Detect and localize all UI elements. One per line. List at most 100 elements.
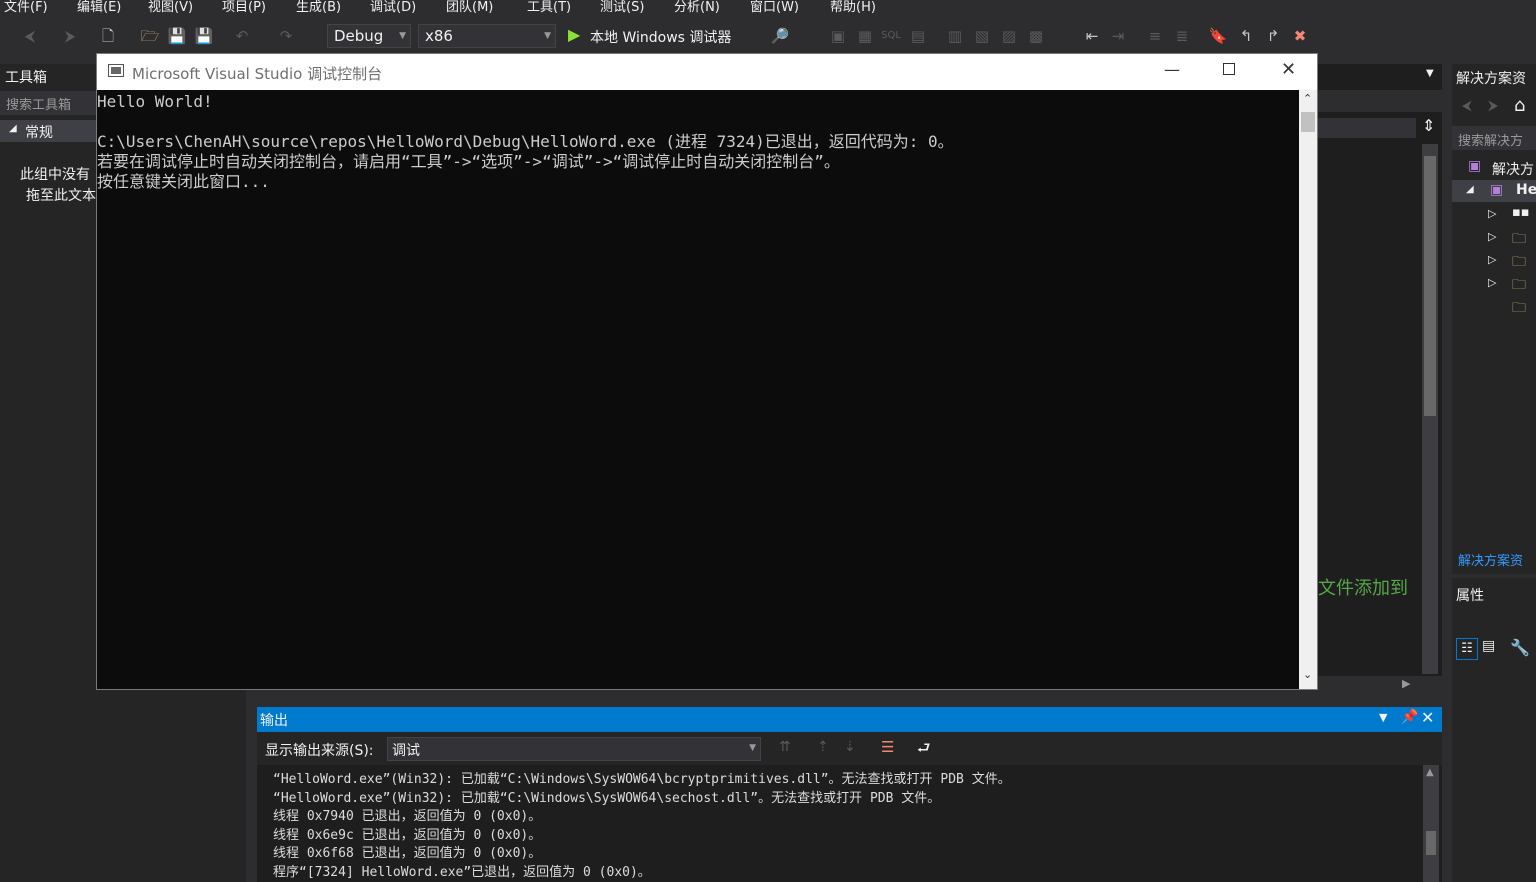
- menu-tools[interactable]: 工具(T): [527, 0, 571, 16]
- console-scrollbar[interactable]: ⌃ ⌄: [1299, 90, 1317, 689]
- scroll-up-icon[interactable]: ⌃: [1303, 92, 1312, 105]
- toolbox-panel: 工具箱 搜索工具箱 ◢ 常规 此组中没有 拖至此文本: [0, 64, 96, 882]
- editor-nav-bar: [1318, 90, 1442, 112]
- comment-icon[interactable]: ⇤: [1082, 26, 1102, 46]
- dropdown-arrow-icon[interactable]: ▼: [1379, 711, 1387, 724]
- collapsed-triangle-icon[interactable]: ▷: [1488, 253, 1496, 266]
- forward-icon[interactable]: ⮞: [60, 26, 80, 46]
- expand-triangle-icon: ◢: [9, 123, 17, 134]
- back-icon[interactable]: ⮜: [20, 26, 40, 46]
- output-line: 线程 0x6f68 已退出，返回值为 0 (0x0)。: [273, 846, 542, 861]
- output-line: 线程 0x6e9c 已退出，返回值为 0 (0x0)。: [273, 828, 542, 843]
- output-scroll-thumb[interactable]: [1426, 831, 1436, 855]
- open-folder-icon[interactable]: 🗁: [140, 26, 160, 46]
- toolbar-icon-a[interactable]: ▣: [828, 26, 848, 46]
- console-scroll-thumb[interactable]: [1301, 112, 1315, 132]
- folder-icon: 🗀: [1512, 300, 1526, 316]
- console-title-bar[interactable]: Microsoft Visual Studio 调试控制台 — ✕: [97, 54, 1317, 90]
- menu-build[interactable]: 生成(B): [296, 0, 341, 16]
- close-icon[interactable]: ✕: [1421, 708, 1434, 727]
- clear-all-icon[interactable]: ☰: [881, 738, 894, 756]
- menu-analyze[interactable]: 分析(N): [674, 0, 720, 16]
- editor-scroll-thumb[interactable]: [1424, 156, 1436, 416]
- prev-message-icon[interactable]: ⇡: [817, 739, 829, 755]
- toolbox-group-general[interactable]: ◢ 常规: [0, 120, 96, 142]
- output-scrollbar[interactable]: ▲: [1423, 765, 1439, 882]
- solution-search-input[interactable]: 搜索解决方: [1452, 126, 1536, 150]
- editor-combo[interactable]: [1318, 118, 1416, 138]
- redo-icon[interactable]: ↷: [276, 26, 296, 46]
- collapsed-triangle-icon[interactable]: ▷: [1488, 230, 1496, 243]
- find-message-icon[interactable]: ⇈: [779, 739, 791, 755]
- toolbar-icon-b[interactable]: ▦: [855, 26, 875, 46]
- menu-test[interactable]: 测试(S): [600, 0, 644, 16]
- bookmark-icon[interactable]: 🔖: [1208, 26, 1228, 46]
- menu-debug[interactable]: 调试(D): [370, 0, 416, 16]
- next-bookmark-icon[interactable]: ↱: [1263, 26, 1283, 46]
- split-icon[interactable]: ⇕: [1422, 116, 1435, 135]
- menu-help[interactable]: 帮助(H): [830, 0, 876, 16]
- scroll-up-icon[interactable]: ▲: [1426, 767, 1434, 778]
- property-pages-icon[interactable]: ▤: [1482, 638, 1495, 654]
- word-wrap-icon[interactable]: ⮐: [917, 738, 931, 763]
- chevron-down-icon: ▼: [399, 31, 406, 41]
- solution-explorer-tab[interactable]: 解决方案资: [1458, 550, 1523, 569]
- pin-icon[interactable]: 📌: [1401, 709, 1418, 725]
- toolbar-icon-g[interactable]: ▩: [1026, 26, 1046, 46]
- wrench-icon[interactable]: 🔧: [1510, 638, 1530, 657]
- toolbar-icon-f[interactable]: ▨: [999, 26, 1019, 46]
- toolbar-icon-e[interactable]: ▧: [972, 26, 992, 46]
- menu-team[interactable]: 团队(M): [446, 0, 493, 16]
- platform-select[interactable]: x86 ▼: [418, 24, 556, 48]
- save-icon[interactable]: 💾: [167, 26, 187, 46]
- clear-bookmarks-icon[interactable]: ✖: [1290, 26, 1310, 46]
- output-line: 程序“[7324] HelloWord.exe”已退出，返回值为 0 (0x0)…: [273, 865, 651, 880]
- next-message-icon[interactable]: ⇣: [844, 739, 856, 755]
- chevron-down-icon: ▼: [544, 31, 551, 41]
- new-project-icon[interactable]: 🗋: [98, 26, 118, 46]
- back-icon[interactable]: ⮜: [1462, 98, 1472, 114]
- categorized-icon[interactable]: ☷: [1456, 638, 1478, 660]
- menu-project[interactable]: 项目(P): [222, 0, 266, 16]
- menu-view[interactable]: 视图(V): [148, 0, 193, 16]
- collapsed-triangle-icon[interactable]: ▷: [1488, 207, 1496, 220]
- prev-bookmark-icon[interactable]: ↰: [1236, 26, 1256, 46]
- splitter: [246, 690, 256, 882]
- dropdown-arrow-icon[interactable]: ▼: [1426, 68, 1434, 79]
- toolbar-icon-c[interactable]: ▤: [908, 26, 928, 46]
- output-source-select[interactable]: 调试 ▼: [387, 737, 761, 761]
- editor-hint-text: 文件添加到: [1318, 578, 1408, 599]
- outdent-icon[interactable]: ≣: [1172, 26, 1192, 46]
- forward-icon[interactable]: ⮞: [1488, 98, 1498, 114]
- scroll-right-icon[interactable]: ▶: [1402, 677, 1410, 690]
- collapsed-triangle-icon[interactable]: ▷: [1488, 276, 1496, 289]
- console-output[interactable]: Hello World! C:\Users\ChenAH\source\repo…: [97, 90, 1299, 689]
- toolbox-search-input[interactable]: 搜索工具箱: [0, 91, 96, 115]
- scroll-down-icon[interactable]: ⌄: [1303, 668, 1312, 681]
- configuration-select[interactable]: Debug ▼: [327, 24, 411, 48]
- undo-icon[interactable]: ↶: [232, 26, 252, 46]
- find-in-files-icon[interactable]: 🔎: [770, 26, 790, 46]
- standard-toolbar: ⮜ ⮞ 🗋 🗁 💾 💾 ↶ ↷ Debug ▼ x86 ▼ ▶ 本地 Windo…: [0, 18, 1536, 56]
- close-icon[interactable]: ✕: [1281, 59, 1296, 80]
- solution-icon: ▣: [1468, 158, 1482, 174]
- uncomment-icon[interactable]: ⇥: [1108, 26, 1128, 46]
- save-all-icon[interactable]: 💾: [194, 26, 214, 46]
- menu-file[interactable]: 文件(F): [4, 0, 48, 16]
- menu-edit[interactable]: 编辑(E): [77, 0, 121, 16]
- solution-root[interactable]: 解决方: [1492, 159, 1534, 179]
- menu-window[interactable]: 窗口(W): [750, 0, 799, 16]
- maximize-icon[interactable]: [1223, 63, 1235, 75]
- output-text-area[interactable]: “HelloWord.exe”(Win32): 已加载“C:\Windows\S…: [257, 765, 1442, 882]
- project-node[interactable]: ◢ ▣ He: [1452, 180, 1536, 202]
- minimize-icon[interactable]: —: [1164, 60, 1180, 79]
- start-debugging-button[interactable]: ▶ 本地 Windows 调试器: [566, 24, 756, 48]
- editor-scrollbar[interactable]: [1422, 144, 1438, 674]
- toolbox-lower: [96, 690, 246, 882]
- toolbar-icon-d[interactable]: ▥: [945, 26, 965, 46]
- solution-explorer-title: 解决方案资: [1456, 71, 1526, 87]
- indent-icon[interactable]: ≡: [1145, 26, 1165, 46]
- home-icon[interactable]: ⌂: [1514, 95, 1525, 116]
- references-icon: ▪▪: [1512, 205, 1530, 220]
- sql-icon[interactable]: SQL: [881, 26, 901, 46]
